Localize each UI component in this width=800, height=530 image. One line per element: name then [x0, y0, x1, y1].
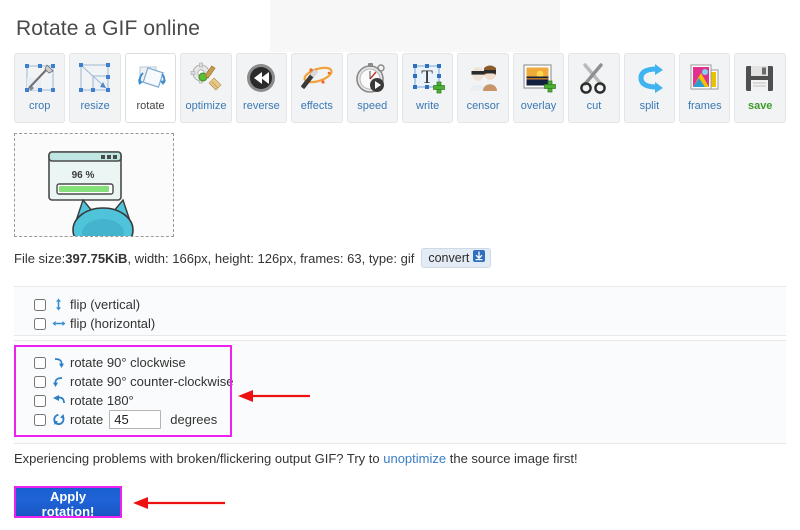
rotate-180-icon	[51, 394, 66, 408]
header-background-band	[270, 0, 560, 52]
tool-overlay[interactable]: overlay	[513, 53, 564, 123]
cut-icon	[574, 59, 614, 99]
note-text-after: the source image first!	[446, 451, 578, 466]
option-rotate-180[interactable]: rotate 180°	[34, 391, 786, 410]
file-size-label: File size:	[14, 251, 65, 266]
rotate-icon	[131, 59, 171, 99]
save-icon	[740, 59, 780, 99]
svg-text:T: T	[421, 67, 433, 88]
tool-rotate[interactable]: rotate	[125, 53, 176, 123]
tool-label: frames	[688, 101, 722, 112]
tool-label: crop	[29, 101, 50, 112]
rotate-degrees-input[interactable]	[109, 410, 161, 429]
tool-label: rotate	[136, 101, 164, 112]
tool-label: optimize	[185, 101, 226, 112]
convert-label: convert	[428, 251, 469, 265]
note-text-before: Experiencing problems with broken/flicke…	[14, 451, 383, 466]
option-label: rotate 90° counter-clockwise	[70, 374, 233, 389]
tool-optimize[interactable]: optimize	[180, 53, 231, 123]
tool-label: split	[640, 101, 660, 112]
option-label: rotate	[70, 412, 103, 427]
effects-icon	[297, 59, 337, 99]
degrees-unit-label: degrees	[170, 412, 217, 427]
arrow-left-right-icon	[51, 317, 66, 331]
tool-label: effects	[301, 101, 333, 112]
editor-toolbar: crop resize	[14, 53, 786, 123]
gif-preview[interactable]: 96 %	[14, 133, 174, 237]
apply-button-highlight: Apply rotation!	[14, 486, 122, 518]
frames-icon	[685, 59, 725, 99]
resize-icon	[75, 59, 115, 99]
preview-artwork: 96 %	[15, 134, 173, 236]
rotate-90-cw-checkbox[interactable]	[34, 357, 46, 369]
tool-label: overlay	[521, 101, 556, 112]
tool-reverse[interactable]: reverse	[236, 53, 287, 123]
rotate-cw-icon	[51, 356, 66, 370]
unoptimize-note: Experiencing problems with broken/flicke…	[14, 451, 578, 466]
option-rotate-custom[interactable]: rotate degrees	[34, 410, 786, 429]
tool-label: write	[416, 101, 439, 112]
annotation-arrow-apply-button	[131, 495, 227, 511]
option-flip-vertical[interactable]: flip (vertical)	[34, 295, 786, 314]
split-icon	[629, 59, 669, 99]
preview-progress-text: 96 %	[72, 170, 95, 181]
tool-crop[interactable]: crop	[14, 53, 65, 123]
option-label: flip (vertical)	[70, 297, 140, 312]
option-label: rotate 180°	[70, 393, 134, 408]
apply-rotation-button[interactable]: Apply rotation!	[16, 488, 120, 516]
rotate-options-panel: rotate 90° clockwise rotate 90° counter-…	[14, 340, 786, 444]
tool-speed[interactable]: speed	[347, 53, 398, 123]
overlay-icon	[519, 59, 559, 99]
tool-censor[interactable]: censor	[457, 53, 508, 123]
write-icon: T	[408, 59, 448, 99]
option-label: rotate 90° clockwise	[70, 355, 186, 370]
option-rotate-90-ccw[interactable]: rotate 90° counter-clockwise	[34, 372, 786, 391]
tool-label: save	[748, 101, 772, 112]
censor-icon	[463, 59, 503, 99]
tool-effects[interactable]: effects	[291, 53, 342, 123]
tool-resize[interactable]: resize	[69, 53, 120, 123]
option-rotate-90-cw[interactable]: rotate 90° clockwise	[34, 353, 786, 372]
tool-label: speed	[357, 101, 387, 112]
optimize-icon	[186, 59, 226, 99]
option-label: flip (horizontal)	[70, 316, 155, 331]
tool-label: censor	[467, 101, 500, 112]
file-info-line: File size: 397.75KiB , width: 166px, hei…	[14, 248, 491, 268]
rotate-custom-icon	[51, 413, 66, 427]
arrow-up-down-icon	[51, 298, 66, 312]
tool-save[interactable]: save	[734, 53, 785, 123]
reverse-icon	[241, 59, 281, 99]
tool-label: cut	[587, 101, 602, 112]
tool-cut[interactable]: cut	[568, 53, 619, 123]
annotation-arrow-rotate-options	[236, 388, 312, 404]
flip-vertical-checkbox[interactable]	[34, 299, 46, 311]
unoptimize-link[interactable]: unoptimize	[383, 451, 446, 466]
rotate-180-checkbox[interactable]	[34, 395, 46, 407]
flip-options-panel: flip (vertical) flip (horizontal)	[14, 286, 786, 336]
tool-split[interactable]: split	[624, 53, 675, 123]
crop-icon	[20, 59, 60, 99]
rotate-ccw-icon	[51, 375, 66, 389]
speed-icon	[352, 59, 392, 99]
rotate-90-ccw-checkbox[interactable]	[34, 376, 46, 388]
convert-button[interactable]: convert	[421, 248, 491, 268]
flip-horizontal-checkbox[interactable]	[34, 318, 46, 330]
download-icon	[473, 250, 485, 265]
option-flip-horizontal[interactable]: flip (horizontal)	[34, 314, 786, 333]
tool-frames[interactable]: frames	[679, 53, 730, 123]
page-title: Rotate a GIF online	[16, 17, 200, 41]
rotate-custom-checkbox[interactable]	[34, 414, 46, 426]
tool-label: reverse	[243, 101, 280, 112]
tool-write[interactable]: T write	[402, 53, 453, 123]
file-meta: , width: 166px, height: 126px, frames: 6…	[127, 251, 414, 266]
tool-label: resize	[80, 101, 109, 112]
file-size-value: 397.75KiB	[65, 251, 127, 266]
